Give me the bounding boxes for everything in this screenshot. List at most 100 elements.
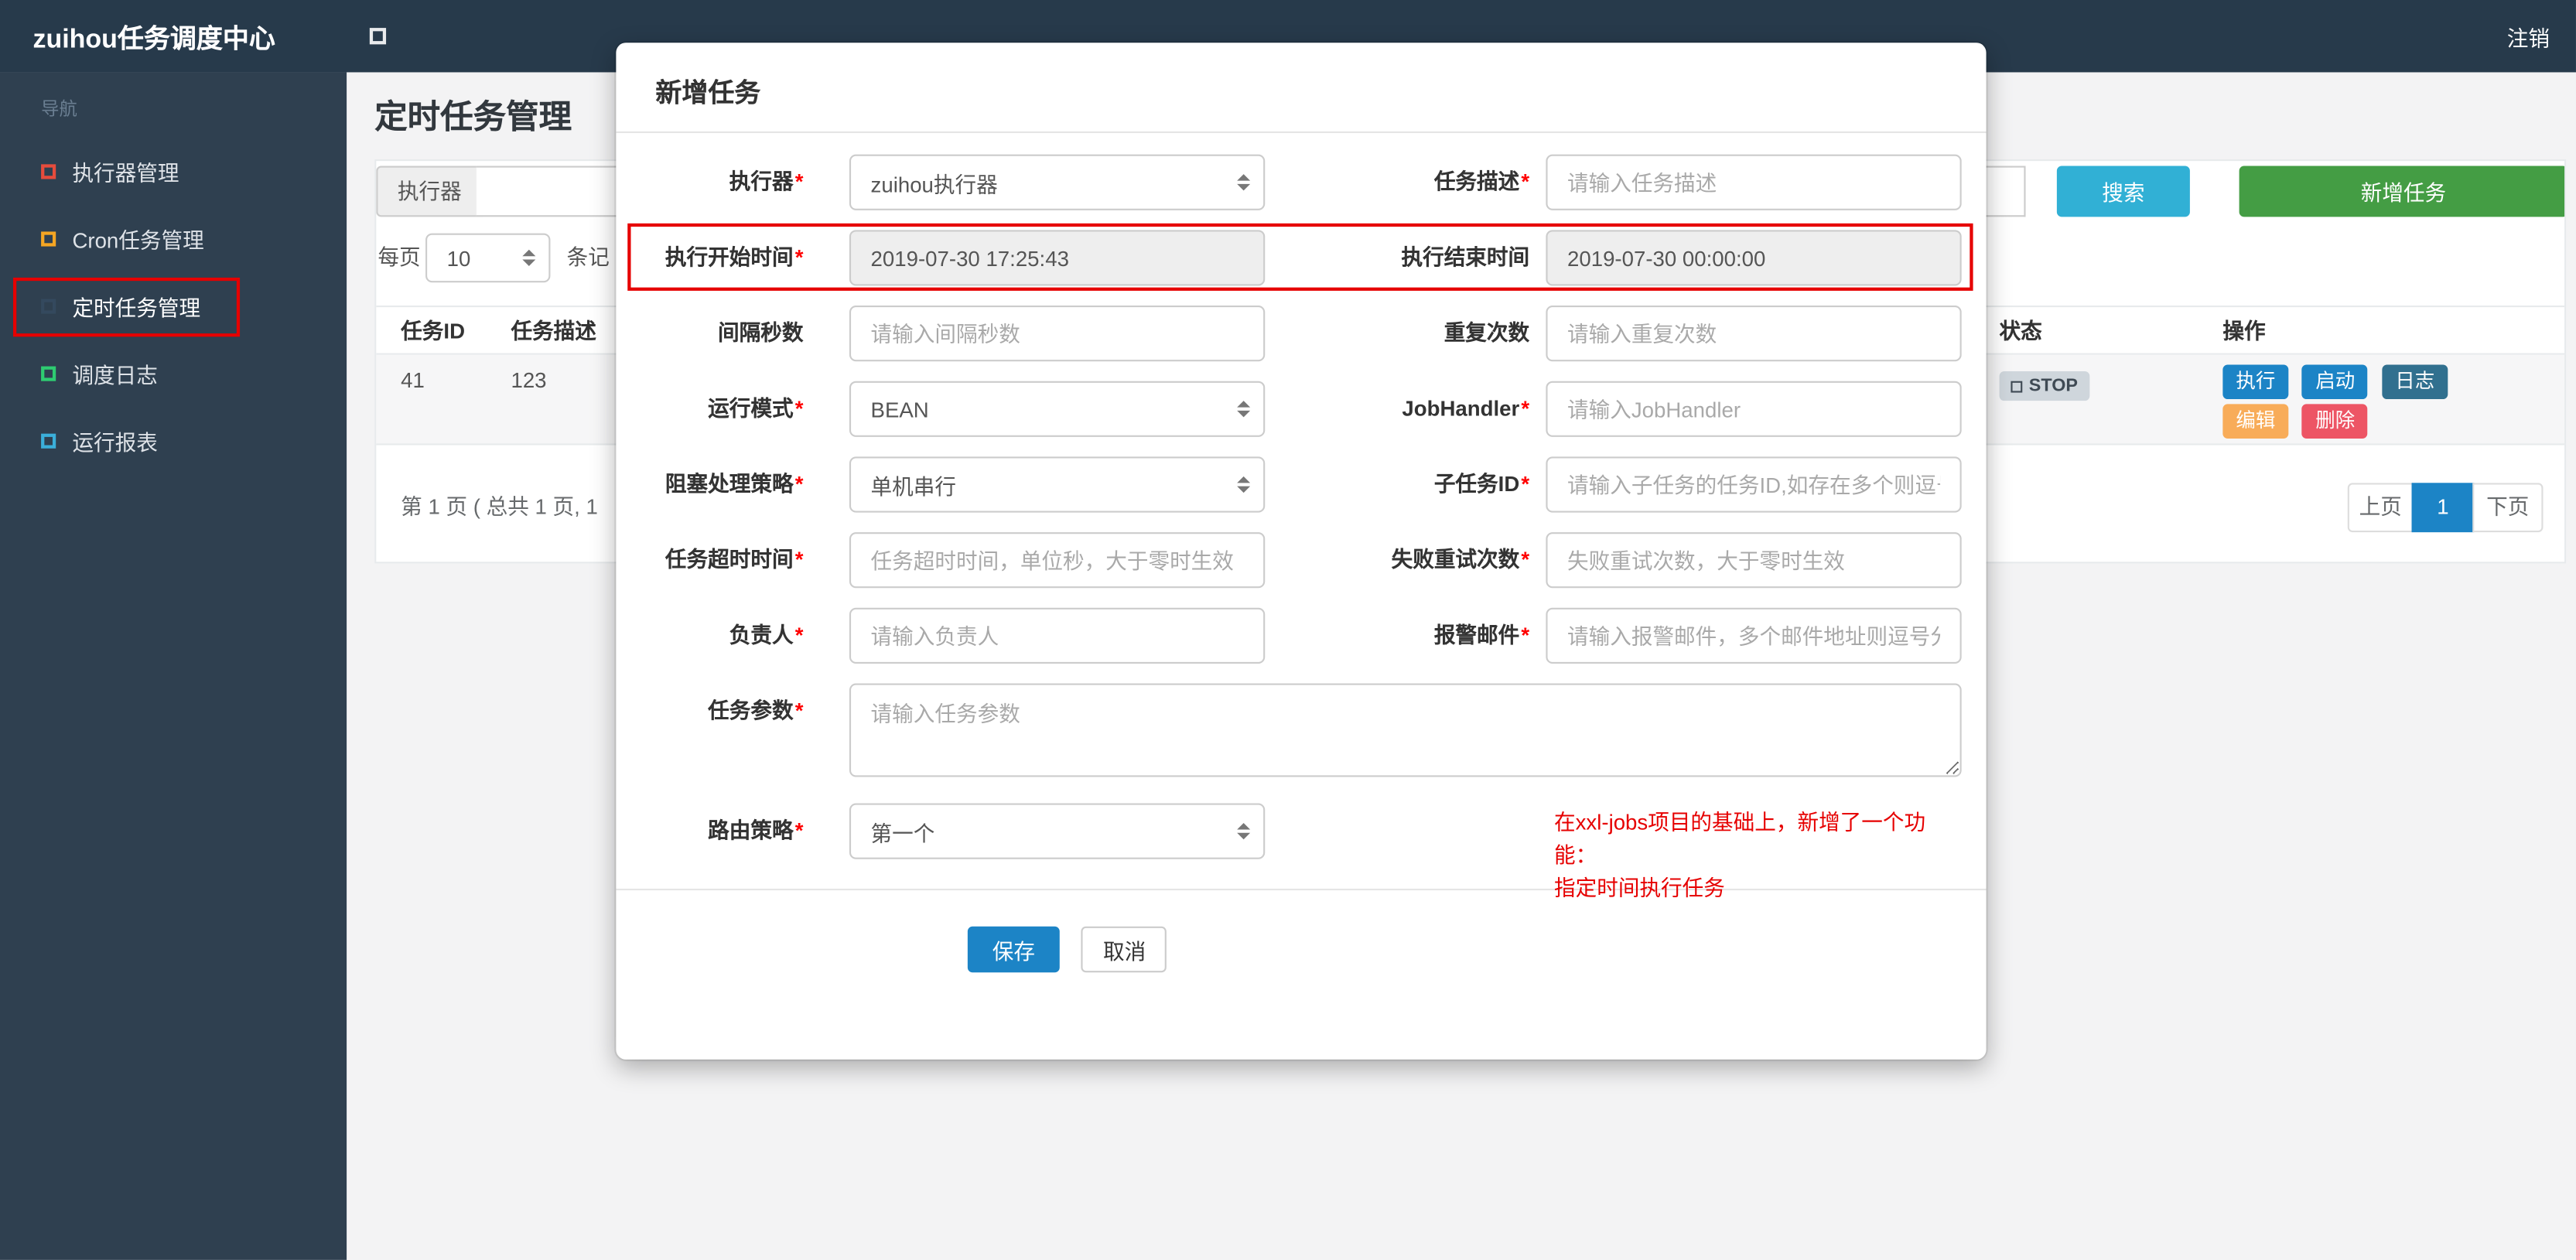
- required-asterisk: *: [794, 698, 804, 723]
- sidebar-item-label: Cron任务管理: [72, 228, 204, 254]
- executor-filter-addon: 执行器: [376, 166, 483, 217]
- start-button[interactable]: 启动: [2302, 364, 2369, 400]
- square-icon: [41, 433, 56, 449]
- required-asterisk: *: [1521, 547, 1530, 572]
- sidebar-item-label: 执行器管理: [72, 161, 179, 186]
- required-asterisk: *: [794, 244, 804, 270]
- select-arrows-icon: [1237, 476, 1251, 493]
- pagination-next-button[interactable]: 下页: [2472, 483, 2544, 533]
- task-desc-label: 任务描述 *: [1433, 169, 1530, 194]
- page-size-value: 10: [446, 245, 471, 271]
- required-asterisk: *: [1521, 471, 1530, 497]
- repeat-count-input[interactable]: [1546, 306, 1962, 362]
- required-asterisk: *: [794, 471, 804, 497]
- form-row-interval: 间隔秒数 重复次数: [616, 306, 1986, 362]
- pagination-current-page[interactable]: 1: [2411, 483, 2475, 533]
- required-asterisk: *: [1521, 169, 1530, 194]
- required-asterisk: *: [794, 169, 804, 194]
- task-desc-input[interactable]: [1546, 154, 1962, 210]
- jobhandler-input[interactable]: [1546, 381, 1962, 437]
- executor-select[interactable]: zuihou执行器: [849, 154, 1266, 210]
- repeat-count-label: 重复次数: [1443, 320, 1530, 345]
- end-time-label: 执行结束时间: [1401, 244, 1530, 270]
- alarm-email-input[interactable]: [1546, 607, 1962, 664]
- form-row-params: 任务参数 *: [616, 683, 1986, 777]
- col-task-desc: 任务描述: [511, 318, 596, 343]
- owner-label: 负责人 *: [729, 622, 804, 647]
- jobhandler-label: JobHandler *: [1402, 395, 1530, 421]
- sidebar: 导航 执行器管理 Cron任务管理 定时任务管理 调度日志 运行报表: [0, 72, 347, 1260]
- col-actions: 操作: [2222, 318, 2266, 343]
- add-task-modal: 新增任务 执行器* zuihou执行器 任务描述* 执行开始时间*: [616, 43, 1987, 1060]
- form-row-executor: 执行器 * zuihou执行器 任务描述 *: [616, 154, 1986, 210]
- sidebar-item-executor-manage[interactable]: 执行器管理: [0, 138, 347, 205]
- save-button[interactable]: 保存: [967, 926, 1060, 973]
- sidebar-item-run-report[interactable]: 运行报表: [0, 408, 347, 475]
- app-root: zuihou任务调度中心 注销 导航 执行器管理 Cron任务管理 定时任务管理…: [0, 0, 2576, 1260]
- square-icon: [41, 366, 56, 381]
- log-button[interactable]: 日志: [2382, 364, 2448, 400]
- execute-button[interactable]: 执行: [2222, 364, 2289, 400]
- delete-button[interactable]: 删除: [2302, 404, 2369, 439]
- cancel-button[interactable]: 取消: [1081, 926, 1167, 973]
- sidebar-item-label: 运行报表: [72, 430, 158, 456]
- square-icon: [41, 164, 56, 179]
- subtask-id-input[interactable]: [1546, 456, 1962, 513]
- page-size-select[interactable]: 10: [425, 233, 551, 283]
- task-params-textarea[interactable]: [849, 683, 1962, 777]
- owner-input[interactable]: [849, 607, 1266, 664]
- modal-title: 新增任务: [655, 80, 761, 109]
- sidebar-item-label: 定时任务管理: [72, 295, 201, 321]
- interval-input[interactable]: [849, 306, 1266, 362]
- cell-status: STOP: [1999, 370, 2089, 401]
- select-arrows-icon: [522, 249, 536, 267]
- col-status: 状态: [1999, 318, 2042, 343]
- add-task-button[interactable]: 新增任务: [2239, 166, 2565, 217]
- form-row-time: 执行开始时间* 执行结束时间: [616, 230, 1986, 286]
- subtask-id-label: 子任务ID *: [1433, 471, 1530, 497]
- cell-task-id: 41: [401, 367, 425, 393]
- cell-task-desc: 123: [511, 367, 547, 393]
- timeout-input[interactable]: [849, 532, 1266, 589]
- nav-header: 导航: [41, 100, 77, 121]
- form-row-owner: 负责人* 报警邮件*: [616, 607, 1986, 664]
- required-asterisk: *: [1521, 395, 1530, 421]
- block-strategy-label: 阻塞处理策略 *: [664, 471, 804, 497]
- form-row-timeout: 任务超时时间* 失败重试次数*: [616, 532, 1986, 589]
- row-actions: 执行 启动 日志 编辑 删除: [2222, 364, 2535, 443]
- run-mode-select[interactable]: BEAN: [849, 381, 1266, 437]
- sidebar-menu: 执行器管理 Cron任务管理 定时任务管理 调度日志 运行报表: [0, 138, 347, 474]
- page-title: 定时任务管理: [374, 100, 572, 137]
- retry-count-input[interactable]: [1546, 532, 1962, 589]
- run-mode-label: 运行模式 *: [708, 395, 804, 421]
- col-task-id: 任务ID: [401, 318, 466, 343]
- edit-button[interactable]: 编辑: [2222, 404, 2289, 439]
- sidebar-item-label: 调度日志: [72, 363, 158, 388]
- logout-link[interactable]: 注销: [2507, 21, 2576, 52]
- sidebar-item-cron-task[interactable]: Cron任务管理: [0, 205, 347, 272]
- start-time-input[interactable]: [849, 230, 1266, 286]
- required-asterisk: *: [794, 395, 804, 421]
- search-button[interactable]: 搜索: [2056, 166, 2190, 217]
- end-time-input[interactable]: [1546, 230, 1962, 286]
- timeout-label: 任务超时时间 *: [664, 547, 804, 572]
- square-icon: [41, 299, 56, 314]
- interval-label: 间隔秒数: [718, 320, 804, 345]
- block-strategy-select[interactable]: 单机串行: [849, 456, 1266, 513]
- status-badge: STOP: [1999, 370, 2089, 401]
- route-strategy-label: 路由策略 *: [708, 818, 804, 843]
- route-strategy-select[interactable]: 第一个: [849, 803, 1266, 859]
- select-arrows-icon: [1237, 401, 1251, 418]
- pagination-prev-button[interactable]: 上页: [2347, 483, 2414, 533]
- sidebar-item-timed-task[interactable]: 定时任务管理: [0, 273, 347, 340]
- start-time-label: 执行开始时间 *: [664, 244, 804, 270]
- alarm-email-label: 报警邮件 *: [1433, 622, 1530, 647]
- form-row-route: 路由策略 * 第一个 在xxl-jobs项目的基础上，新增了一个功能： 指定时间执…: [616, 803, 1986, 900]
- square-icon: [41, 231, 56, 247]
- page-size-suffix: 条记: [566, 244, 610, 270]
- sidebar-item-dispatch-log[interactable]: 调度日志: [0, 340, 347, 408]
- task-params-label: 任务参数 *: [708, 698, 804, 723]
- page-size-prefix: 每页: [378, 244, 421, 270]
- sidebar-toggle-icon[interactable]: [369, 28, 387, 45]
- select-arrows-icon: [1237, 822, 1251, 840]
